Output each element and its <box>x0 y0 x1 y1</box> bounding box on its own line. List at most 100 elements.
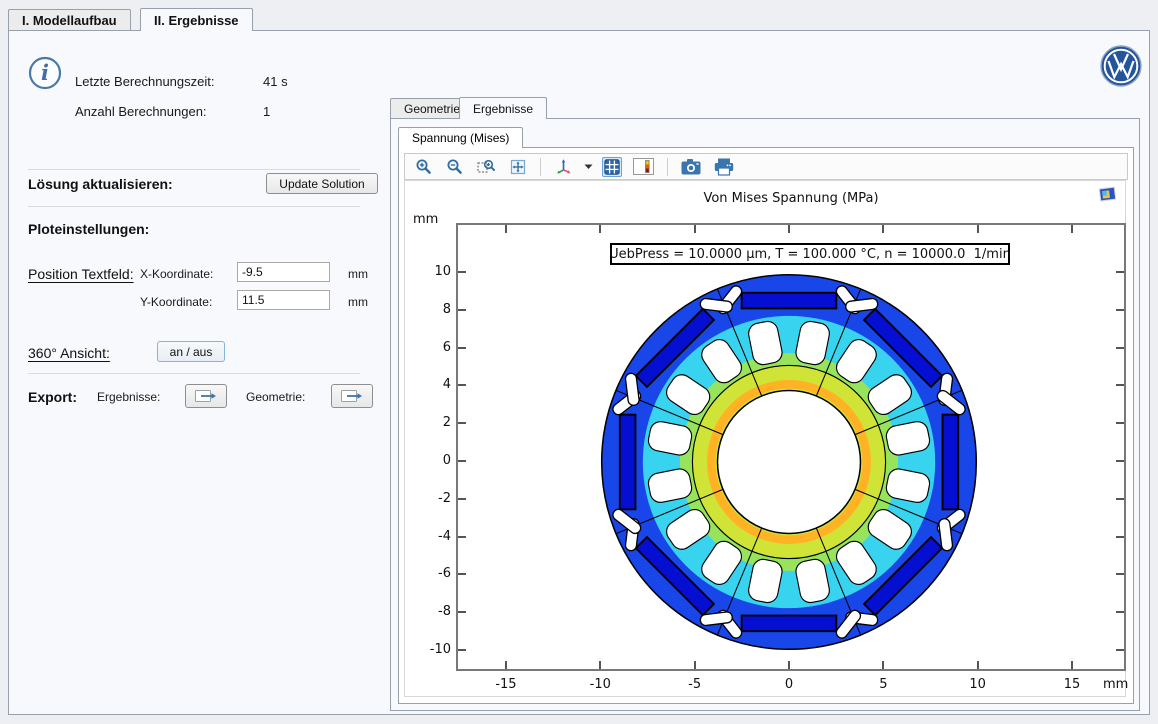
tab-spannung-mises[interactable]: Spannung (Mises) <box>398 127 523 148</box>
export-geometry-button[interactable] <box>331 384 373 408</box>
tab-results[interactable]: Ergebnisse <box>459 97 547 119</box>
tab-modellaufbau-label: I. Modellaufbau <box>22 13 117 28</box>
toolbar-separator <box>667 158 668 176</box>
toggle-360-button-label: an / aus <box>170 345 213 359</box>
y-axis-tick-label: 6 <box>405 340 451 355</box>
color-legend-button[interactable] <box>631 156 656 177</box>
zoom-extents-icon <box>509 158 527 176</box>
view-orientation-icon <box>554 157 573 176</box>
x-axis-tick <box>505 661 507 669</box>
y-axis-tick <box>458 460 466 462</box>
y-axis-tick <box>458 573 466 575</box>
y-axis-tick-label: 2 <box>405 415 451 430</box>
y-coordinate-label: Y-Koordinate: <box>140 295 212 309</box>
tab-ergebnisse[interactable]: II. Ergebnisse <box>140 8 253 31</box>
x-axis-tick <box>505 225 507 233</box>
tab-modellaufbau[interactable]: I. Modellaufbau <box>8 9 131 30</box>
update-solution-label: Lösung aktualisieren: <box>28 176 173 192</box>
zoom-in-icon <box>415 158 433 176</box>
chevron-down-icon[interactable] <box>584 163 593 170</box>
tab-results-label: Ergebnisse <box>473 102 533 116</box>
plot-annotation-box: UebPress = 10.0000 µm, T = 100.000 °C, n… <box>610 243 1010 265</box>
tab-geometrie-label: Geometrie <box>404 102 460 116</box>
y-axis-tick <box>1116 536 1124 538</box>
update-solution-button-label: Update Solution <box>279 177 364 191</box>
y-axis-tick <box>458 309 466 311</box>
x-axis-tick <box>882 661 884 669</box>
x-axis-tick <box>599 661 601 669</box>
export-results-button[interactable] <box>185 384 227 408</box>
zoom-box-button[interactable] <box>475 156 498 178</box>
y-axis-tick-label: -10 <box>405 642 451 657</box>
graphics-canvas[interactable]: Von Mises Spannung (MPa) mm -15-10-50510… <box>404 180 1126 697</box>
info-icon: i <box>28 56 62 90</box>
y-axis-tick-label: -8 <box>405 604 451 619</box>
plot-toolbar <box>404 153 1128 180</box>
export-icon <box>341 388 363 404</box>
position-textfield-label: Position Textfeld: <box>28 266 134 282</box>
y-axis-tick <box>1116 347 1124 349</box>
x-axis-tick <box>882 225 884 233</box>
x-axis-tick <box>788 661 790 669</box>
vw-logo-icon <box>1100 45 1142 87</box>
computation-count-label: Anzahl Berechnungen: <box>75 104 207 119</box>
y-axis-tick <box>458 384 466 386</box>
svg-text:i: i <box>41 60 49 85</box>
update-solution-button[interactable]: Update Solution <box>266 173 378 194</box>
export-geometry-label: Geometrie: <box>246 390 305 404</box>
y-axis-tick <box>458 649 466 651</box>
snapshot-button[interactable] <box>679 156 703 177</box>
y-axis-tick-label: -2 <box>405 491 451 506</box>
y-axis-tick <box>1116 384 1124 386</box>
y-axis-tick <box>1116 309 1124 311</box>
y-axis-tick-label: 0 <box>405 453 451 468</box>
x-axis-tick-label: 10 <box>958 677 998 692</box>
print-button[interactable] <box>712 156 736 178</box>
x-axis-tick-label: -10 <box>580 677 620 692</box>
divider <box>28 373 360 374</box>
printer-icon <box>714 158 734 176</box>
x-coordinate-label: X-Koordinate: <box>140 267 213 281</box>
y-axis-tick <box>1116 611 1124 613</box>
zoom-in-button[interactable] <box>413 156 435 178</box>
color-legend-icon <box>633 158 654 175</box>
zoom-out-button[interactable] <box>444 156 466 178</box>
computation-count-value: 1 <box>263 104 270 119</box>
plot-title: Von Mises Spannung (MPa) <box>456 191 1126 206</box>
y-axis-tick <box>458 347 466 349</box>
x-unit-label: mm <box>348 267 368 281</box>
zoom-out-icon <box>446 158 464 176</box>
last-computation-label: Letzte Berechnungszeit: <box>75 74 214 89</box>
toolbar-separator <box>540 158 541 176</box>
x-coordinate-input[interactable] <box>237 262 330 282</box>
toggle-360-button[interactable]: an / aus <box>157 341 225 362</box>
view-orientation-button[interactable] <box>552 155 575 178</box>
x-axis-unit-label: mm <box>1103 677 1133 692</box>
y-axis-tick <box>1116 460 1124 462</box>
y-axis-tick-label: 4 <box>405 377 451 392</box>
x-axis-tick-label: 5 <box>863 677 903 692</box>
divider <box>28 169 360 170</box>
tab-ergebnisse-label: II. Ergebnisse <box>154 13 239 28</box>
divider <box>28 206 360 207</box>
y-unit-label: mm <box>348 295 368 309</box>
y-axis-tick-label: 8 <box>405 302 451 317</box>
grid-toggle-button[interactable] <box>602 157 622 177</box>
y-axis-tick-label: 10 <box>405 264 451 279</box>
y-axis-tick-label: -6 <box>405 566 451 581</box>
y-axis-tick <box>458 498 466 500</box>
x-axis-tick <box>977 225 979 233</box>
x-axis-tick <box>694 225 696 233</box>
x-axis-tick <box>977 661 979 669</box>
y-axis-tick <box>1116 573 1124 575</box>
x-axis-tick <box>694 661 696 669</box>
y-axis-tick <box>458 422 466 424</box>
rotor-von-mises-plot <box>600 273 978 651</box>
zoom-extents-button[interactable] <box>507 156 529 178</box>
y-axis-tick <box>458 536 466 538</box>
export-heading: Export: <box>28 389 77 405</box>
y-axis-tick <box>1116 271 1124 273</box>
y-coordinate-input[interactable] <box>237 290 330 310</box>
x-axis-tick <box>1071 661 1073 669</box>
x-axis-tick-label: -5 <box>675 677 715 692</box>
